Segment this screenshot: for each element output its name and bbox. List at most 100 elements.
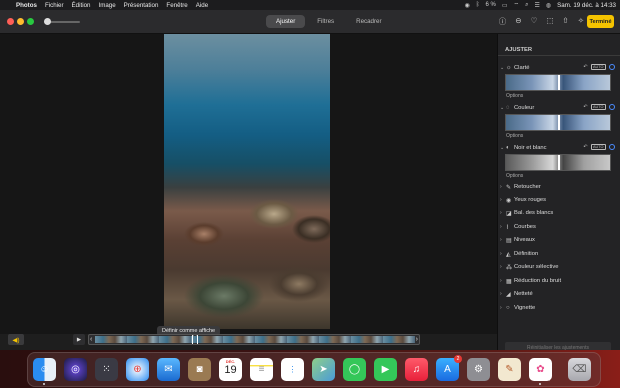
share-icon[interactable]: ⇧ xyxy=(562,16,568,27)
trim-start-handle[interactable]: ‹ xyxy=(90,335,92,344)
running-indicator xyxy=(43,383,45,385)
menu-bar: Photos Fichier Édition Image Présentatio… xyxy=(0,0,620,10)
options-link[interactable]: Options xyxy=(506,93,523,99)
nb-slider-strip[interactable] xyxy=(505,154,611,171)
menu-fichier[interactable]: Fichier xyxy=(45,2,64,9)
couleur-slider-strip[interactable] xyxy=(505,114,611,131)
wifi-icon[interactable]: ⌔ xyxy=(514,1,520,9)
tab-ajuster[interactable]: Ajuster xyxy=(266,15,306,28)
menu-aide[interactable]: Aide xyxy=(196,2,208,9)
video-frame[interactable] xyxy=(164,34,330,329)
reminders-icon[interactable]: ⋮ xyxy=(281,358,304,381)
tool-niveaux[interactable]: › ▤ Niveaux xyxy=(500,235,535,245)
tool-yeux-rouges[interactable]: › ◉ Yeux rouges xyxy=(500,195,546,205)
enable-toggle[interactable] xyxy=(609,104,615,110)
undo-icon[interactable]: ↶ xyxy=(583,144,587,150)
done-button[interactable]: Terminé xyxy=(587,15,614,28)
minimize-button[interactable] xyxy=(17,18,24,25)
safari-icon[interactable]: ⊕ xyxy=(126,358,149,381)
app-store-icon[interactable]: A2 xyxy=(436,355,462,381)
tool-label: Réduction du bruit xyxy=(514,278,562,284)
running-indicator xyxy=(539,383,541,385)
timeline-frames xyxy=(95,336,415,343)
volume-icon[interactable]: ◀) xyxy=(8,334,24,345)
menu-edition[interactable]: Édition xyxy=(72,2,91,9)
section-clarte-label: Clarté xyxy=(514,64,530,71)
auto-button[interactable]: AUTO xyxy=(590,144,606,150)
siri-app-icon[interactable]: ◎ xyxy=(64,358,87,381)
music-icon[interactable]: ♫ xyxy=(405,358,428,381)
video-controls: ◀) ▶ ‹ › xyxy=(0,334,497,350)
control-center-icon[interactable]: ☰ xyxy=(535,2,540,9)
section-clarte-header[interactable]: ⌄ ☼ Clarté xyxy=(500,63,529,72)
options-link[interactable]: Options xyxy=(506,133,523,139)
menu-fenetre[interactable]: Fenêtre xyxy=(166,2,187,9)
slider-marker[interactable] xyxy=(558,115,560,130)
messages-icon[interactable]: ◯ xyxy=(343,358,366,381)
menu-datetime[interactable]: Sam. 19 déc. à 14:33 xyxy=(557,2,616,9)
tab-filtres[interactable]: Filtres xyxy=(307,15,344,28)
calendar-icon[interactable]: DÉC. 19 xyxy=(219,358,242,381)
battery-percent[interactable]: 6 % xyxy=(486,2,496,8)
finder-icon[interactable]: ☺ xyxy=(33,358,56,385)
clarte-slider-strip[interactable] xyxy=(505,74,611,91)
undo-icon[interactable]: ↶ xyxy=(583,64,587,70)
options-link[interactable]: Options xyxy=(506,173,523,179)
siri-icon[interactable]: ◍ xyxy=(546,2,551,9)
undo-icon[interactable]: ↶ xyxy=(583,104,587,110)
menu-app-name[interactable]: Photos xyxy=(16,2,37,9)
slider-marker[interactable] xyxy=(558,155,560,170)
system-preferences-icon[interactable]: ⚙ xyxy=(467,358,490,381)
tool-courbes[interactable]: › ⌇ Courbes xyxy=(500,222,536,232)
info-icon[interactable]: ⓘ xyxy=(499,16,507,27)
rotate-icon[interactable]: ⬚ xyxy=(546,16,553,27)
app-store-badge: 2 xyxy=(454,355,462,363)
facetime-icon[interactable]: ▶ xyxy=(374,358,397,381)
search-icon[interactable]: ⌕ xyxy=(525,2,528,9)
enable-toggle[interactable] xyxy=(609,64,615,70)
enable-toggle[interactable] xyxy=(609,144,615,150)
video-timeline[interactable]: ‹ › xyxy=(88,334,420,345)
notes-icon[interactable]: ≡ xyxy=(250,358,273,381)
tool-couleur-selective[interactable]: › ⁂ Couleur sélective xyxy=(500,262,558,272)
status-app-icon[interactable]: ◉ xyxy=(465,2,470,9)
textedit-icon[interactable]: ✎ xyxy=(498,358,521,381)
auto-button[interactable]: AUTO xyxy=(590,104,606,110)
auto-button[interactable]: AUTO xyxy=(590,64,606,70)
fullscreen-button[interactable] xyxy=(27,18,34,25)
more-icon[interactable]: ⊖ xyxy=(515,16,521,27)
tool-label: Niveaux xyxy=(514,237,535,243)
mail-icon[interactable]: ✉ xyxy=(157,358,180,381)
play-icon[interactable]: ▶ xyxy=(73,334,85,345)
menu-image[interactable]: Image xyxy=(98,2,115,9)
tool-label: Courbes xyxy=(514,224,536,230)
tool-balance-blancs[interactable]: › ◪ Bal. des blancs xyxy=(500,208,553,218)
maps-icon[interactable]: ➤ xyxy=(312,358,335,381)
zoom-slider-knob[interactable] xyxy=(44,18,51,25)
tool-definition[interactable]: › ◭ Définition xyxy=(500,249,538,259)
battery-icon[interactable]: ▭ xyxy=(502,2,508,9)
bluetooth-icon[interactable]: ᛒ xyxy=(476,2,480,8)
trim-end-handle[interactable]: › xyxy=(416,335,418,344)
contacts-icon[interactable]: ◙ xyxy=(188,358,211,381)
tab-recadrer[interactable]: Recadrer xyxy=(346,15,391,28)
section-couleur-header[interactable]: ⌄ ◌ Couleur xyxy=(500,103,534,112)
auto-enhance-icon[interactable]: ✧ xyxy=(578,16,584,27)
section-nb-header[interactable]: ⌄ ◐ Noir et blanc xyxy=(500,143,547,152)
trash-icon[interactable]: ⌫ xyxy=(568,358,591,381)
slider-marker[interactable] xyxy=(558,75,560,90)
definition-icon: ◭ xyxy=(506,251,511,258)
tool-nettete[interactable]: › ◢ Netteté xyxy=(500,289,533,299)
close-button[interactable] xyxy=(7,18,14,25)
tool-label: Définition xyxy=(514,251,539,257)
tool-vignette[interactable]: › ○ Vignette xyxy=(500,303,535,313)
playhead[interactable] xyxy=(192,335,198,344)
favorite-heart-icon[interactable]: ♡ xyxy=(531,16,538,27)
reset-adjustments-button[interactable]: Réinitialiser les ajustements xyxy=(505,342,611,350)
tool-reduction-bruit[interactable]: › ▦ Réduction du bruit xyxy=(500,276,561,286)
photos-window: Ajuster Filtres Recadrer ⓘ ⊖ ♡ ⬚ ⇧ ✧ Ter… xyxy=(0,10,620,350)
tool-label: Bal. des blancs xyxy=(514,210,554,216)
launchpad-icon[interactable]: ⁙ xyxy=(95,358,118,381)
menu-presentation[interactable]: Présentation xyxy=(124,2,159,9)
tool-retoucher[interactable]: › ✎ Retoucher xyxy=(500,182,541,192)
